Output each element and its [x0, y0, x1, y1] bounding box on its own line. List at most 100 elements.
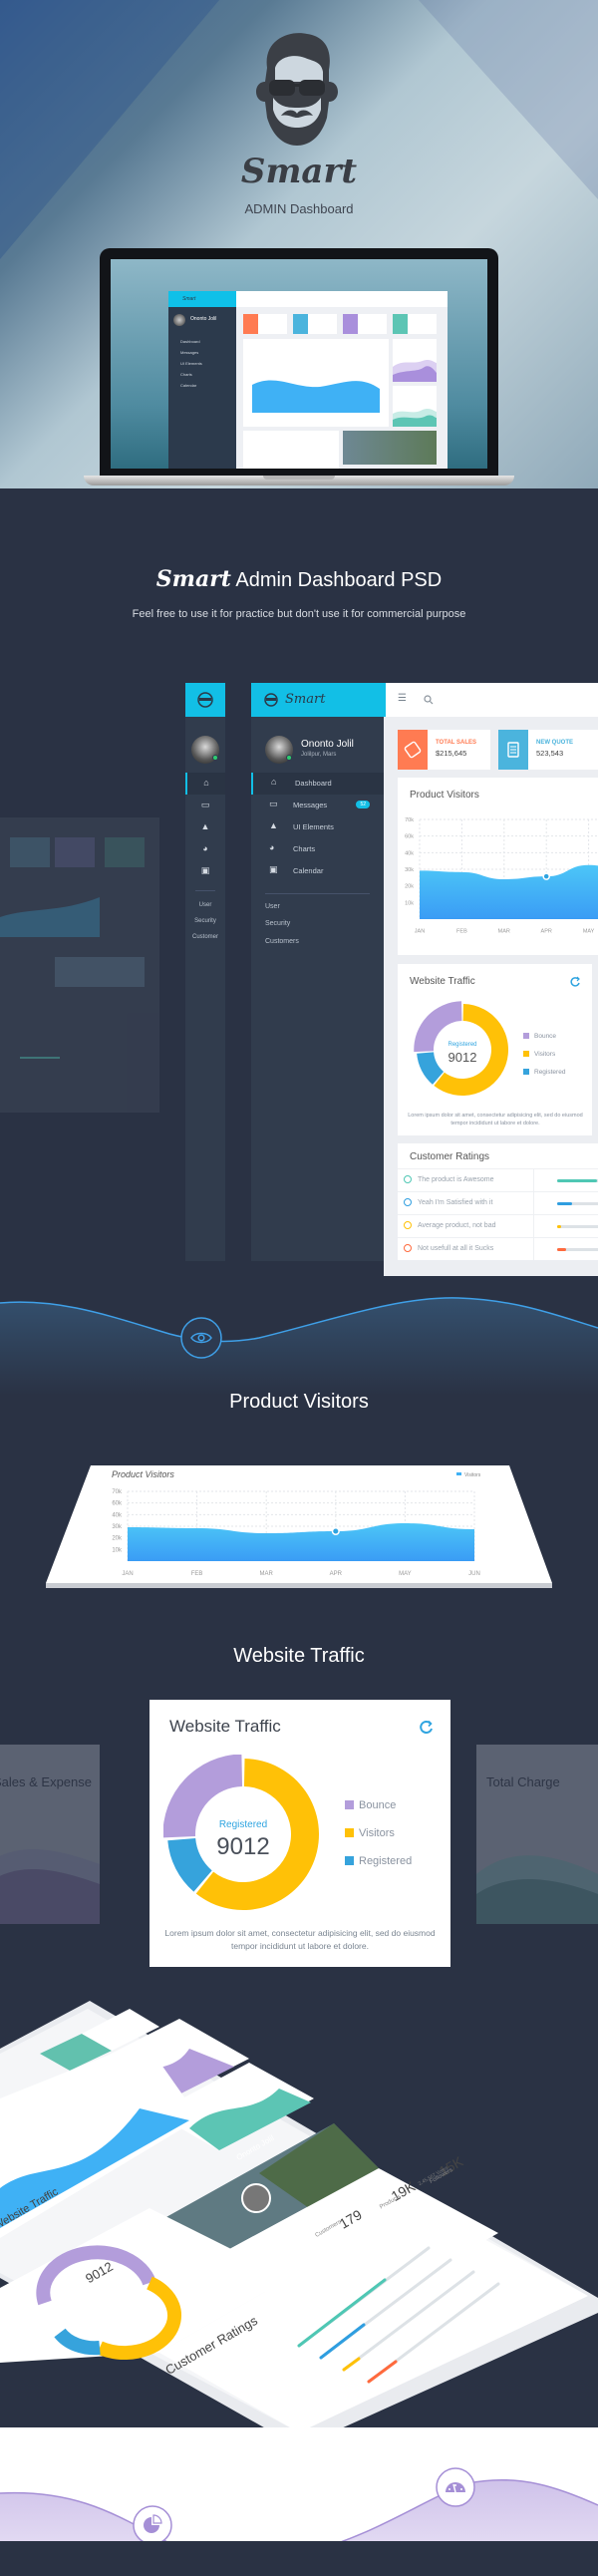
highlight-point: [542, 872, 550, 880]
divider: [265, 893, 370, 894]
home-icon: ⌂: [203, 778, 209, 788]
blurred-dashboard-preview: [0, 817, 159, 1113]
rating-row: The product is Awesome: [398, 1168, 598, 1191]
laptop-mockup: Smart Ononto Jolil Dashboard Messages UI…: [84, 248, 514, 485]
rating-progress-fill: [557, 1179, 598, 1182]
product-visitors-chart-large: Product Visitors Visitors 10k 20k 30k 40k 60k 7…: [46, 1465, 552, 1588]
sidebar-item-messages[interactable]: ▭ Messages 52: [251, 795, 384, 816]
intro-title-script: Smart: [155, 566, 231, 592]
y-tick-label: 10k: [112, 1547, 123, 1553]
website-traffic-card: Website Traffic Registered 9012 Bounce V…: [398, 964, 592, 1135]
collapsed-nav-messages[interactable]: ▭: [185, 795, 225, 816]
emoji-icon: [404, 1244, 412, 1252]
stat-card-total-sales[interactable]: TOTAL SALES $215,645: [398, 730, 490, 770]
x-tick-label: APR: [541, 929, 552, 935]
rating-progress-bar: [557, 1202, 598, 1205]
rating-row: Not usefull at all it Sucks: [398, 1237, 598, 1260]
section-heading-visitors: Product Visitors: [229, 1391, 369, 1413]
brand-subtitle: ADMIN Dashboard: [244, 201, 354, 216]
traffic-description: Lorem ipsum dolor sit amet, consectetur …: [408, 1113, 583, 1127]
intro-title: Smart Admin Dashboard PSD: [0, 566, 598, 592]
ticket-icon: [398, 730, 428, 770]
hero-section: Smart ADMIN Dashboard Smart Ononto Jolil…: [0, 0, 598, 488]
rating-row: Yeah I'm Satisfied with it: [398, 1191, 598, 1214]
collapsed-nav-dashboard[interactable]: ⌂: [185, 773, 225, 795]
emoji-icon: [404, 1221, 412, 1229]
legend-swatch: [456, 1472, 461, 1475]
nav-label: UI Elements: [293, 822, 334, 831]
legend-registered: Registered: [345, 1855, 412, 1867]
y-tick-label: 10k: [405, 900, 414, 906]
rating-label: Yeah I'm Satisfied with it: [418, 1199, 493, 1206]
x-tick-label: APR: [330, 1571, 343, 1577]
y-tick-label: 20k: [405, 884, 414, 890]
stat-label: NEW QUOTE: [536, 740, 573, 746]
home-icon: ⌂: [271, 777, 277, 787]
sidebar-item-calendar[interactable]: ▣ Calendar: [251, 860, 384, 882]
card-title: Product Visitors: [410, 790, 479, 801]
sidebar: [251, 683, 384, 1261]
sidebar-item-ui-elements[interactable]: ▲ UI Elements: [251, 816, 384, 838]
pie-chart-icon: [144, 2514, 162, 2533]
sidebar-sub-user[interactable]: User: [265, 903, 280, 910]
collapsed-nav-charts[interactable]: ◕: [185, 838, 225, 860]
sidebar-sub-security[interactable]: Security: [265, 920, 290, 927]
legend-visitors: Visitors: [345, 1827, 395, 1839]
flask-icon: ▲: [200, 821, 210, 831]
collapsed-sidebar-logo[interactable]: [185, 683, 225, 717]
collapsed-nav-calendar[interactable]: ▣: [185, 860, 225, 882]
collapsed-sub-user[interactable]: User: [185, 902, 225, 908]
stat-value: 523,543: [536, 749, 564, 758]
calendar-icon: ▣: [269, 864, 278, 874]
pie-chart-icon: ◕: [269, 842, 275, 852]
rating-progress-bar: [557, 1179, 598, 1182]
flask-icon: ▲: [269, 820, 278, 830]
eye-icon: [190, 1332, 212, 1344]
menu-toggle-icon[interactable]: ☰: [398, 693, 407, 704]
refresh-icon[interactable]: [419, 1720, 435, 1736]
collapsed-nav-ui-elements[interactable]: ▲: [185, 816, 225, 838]
product-visitors-showcase: Product Visitors Visitors 10k 20k 30k 40k 60k 7…: [46, 1465, 552, 1590]
sidebar-brand[interactable]: Smart: [251, 683, 384, 717]
calendar-icon: ▣: [200, 865, 210, 875]
y-tick-label: 40k: [112, 1512, 123, 1518]
sidebar-brand-name: Smart: [285, 692, 326, 707]
collapsed-sub-security[interactable]: Security: [185, 918, 225, 924]
stat-label: TOTAL SALES: [436, 740, 477, 746]
legend-bounce: Bounce: [345, 1799, 396, 1811]
rating-label: The product is Awesome: [418, 1176, 494, 1183]
laptop-screen: Smart Ononto Jolil Dashboard Messages UI…: [111, 259, 487, 469]
collapsed-sidebar: [185, 683, 225, 1261]
online-status-dot: [212, 755, 218, 761]
nav-label: Calendar: [293, 866, 324, 875]
rating-row: Average product, not bad: [398, 1214, 598, 1237]
legend-label: Visitors: [464, 1472, 481, 1478]
mustache-man-logo-icon: [256, 33, 338, 146]
card-title: Website Traffic: [410, 976, 475, 987]
message-icon: ▭: [200, 800, 210, 809]
card-title: Customer Ratings: [410, 1151, 490, 1162]
ghost-card-right: Total Charge: [476, 1745, 598, 1924]
refresh-icon[interactable]: [569, 976, 581, 988]
collapsed-sub-customer[interactable]: Customer: [185, 934, 225, 940]
stat-card-new-quote[interactable]: NEW QUOTE 523,543: [498, 730, 598, 770]
sidebar-item-dashboard[interactable]: ⌂ Dashboard: [251, 773, 384, 795]
x-tick-label: MAY: [583, 929, 595, 935]
sidebar-item-charts[interactable]: ◕ Charts: [251, 838, 384, 860]
y-tick-label: 70k: [405, 817, 414, 823]
card-title: Website Traffic: [169, 1717, 281, 1736]
y-tick-label: 40k: [405, 850, 414, 856]
rating-progress-fill: [557, 1202, 572, 1205]
nav-label: Dashboard: [295, 779, 332, 788]
sidebar-sub-customers[interactable]: Customers: [265, 938, 299, 945]
nav-label: Messages: [293, 801, 328, 809]
donut-center-label: Registered: [218, 1819, 268, 1830]
rating-progress-bar: [557, 1248, 598, 1251]
iso-ratings-bars: [36, 2245, 500, 2384]
logo-icon: [264, 693, 278, 707]
search-icon[interactable]: [424, 695, 434, 705]
bottom-wave: [0, 2427, 598, 2541]
emoji-icon: [404, 1198, 412, 1206]
messages-badge: 52: [356, 801, 370, 808]
rating-label: Average product, not bad: [418, 1222, 496, 1229]
